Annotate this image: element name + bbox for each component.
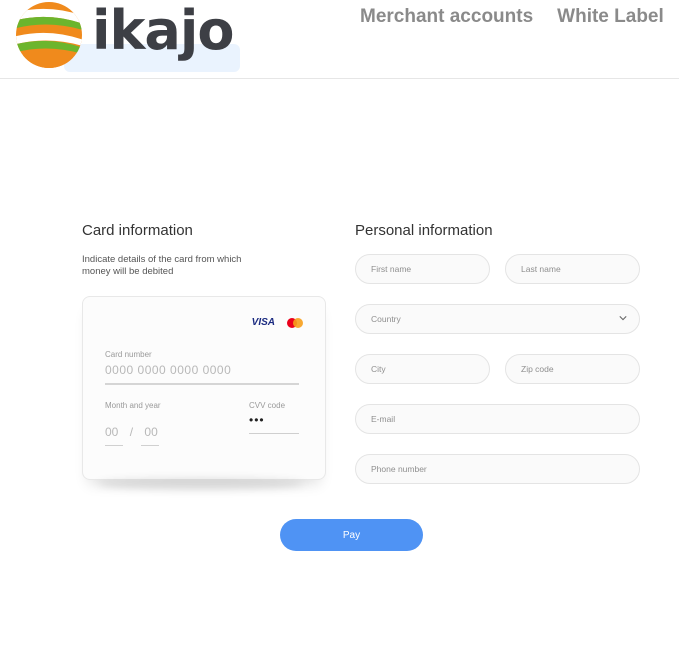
last-name-placeholder: Last name: [521, 264, 561, 274]
cvv-label: CVV code: [249, 401, 286, 410]
nav-merchant-accounts[interactable]: Merchant accounts: [360, 6, 533, 28]
email-placeholder: E-mail: [371, 414, 396, 424]
expiry-month-input[interactable]: 00: [105, 425, 118, 439]
city-field[interactable]: City: [355, 354, 490, 384]
personal-info-title: Personal information: [355, 222, 493, 239]
country-select[interactable]: Country: [355, 304, 640, 334]
pay-button[interactable]: Pay: [280, 519, 423, 551]
card-number-label: Card number: [105, 350, 152, 359]
last-name-field[interactable]: Last name: [505, 254, 640, 284]
logo-sphere-icon: [16, 2, 82, 68]
mastercard-logo-icon: [287, 318, 303, 328]
expiry-separator: /: [129, 425, 134, 439]
phone-field[interactable]: Phone number: [355, 454, 640, 484]
email-field[interactable]: E-mail: [355, 404, 640, 434]
top-nav: Merchant accounts White Label: [360, 6, 664, 28]
zip-code-placeholder: Zip code: [521, 364, 554, 374]
first-name-field[interactable]: First name: [355, 254, 490, 284]
visa-logo-icon: VISA: [251, 317, 275, 328]
site-header: ikajo Merchant accounts White Label: [0, 0, 679, 79]
expiry-label: Month and year: [105, 401, 161, 410]
expiry-year-input[interactable]: 00: [144, 425, 157, 439]
chevron-down-icon: [619, 316, 627, 321]
cvv-input[interactable]: •••: [249, 413, 299, 434]
country-placeholder: Country: [371, 314, 401, 324]
card-info-hint: Indicate details of the card from which …: [82, 254, 242, 277]
zip-code-field[interactable]: Zip code: [505, 354, 640, 384]
phone-placeholder: Phone number: [371, 464, 427, 474]
first-name-placeholder: First name: [371, 264, 412, 274]
expiry-input: 00 / 00: [105, 425, 159, 446]
card-shadow: [98, 478, 304, 490]
card-number-input[interactable]: 0000 0000 0000 0000: [105, 363, 299, 385]
city-placeholder: City: [371, 364, 386, 374]
brand-wordmark: ikajo: [92, 0, 234, 62]
nav-white-label[interactable]: White Label: [557, 6, 664, 28]
card-info-title: Card information: [82, 222, 193, 239]
brand-logo[interactable]: ikajo: [14, 0, 234, 70]
card-widget: VISA Card number 0000 0000 0000 0000 Mon…: [82, 296, 326, 480]
